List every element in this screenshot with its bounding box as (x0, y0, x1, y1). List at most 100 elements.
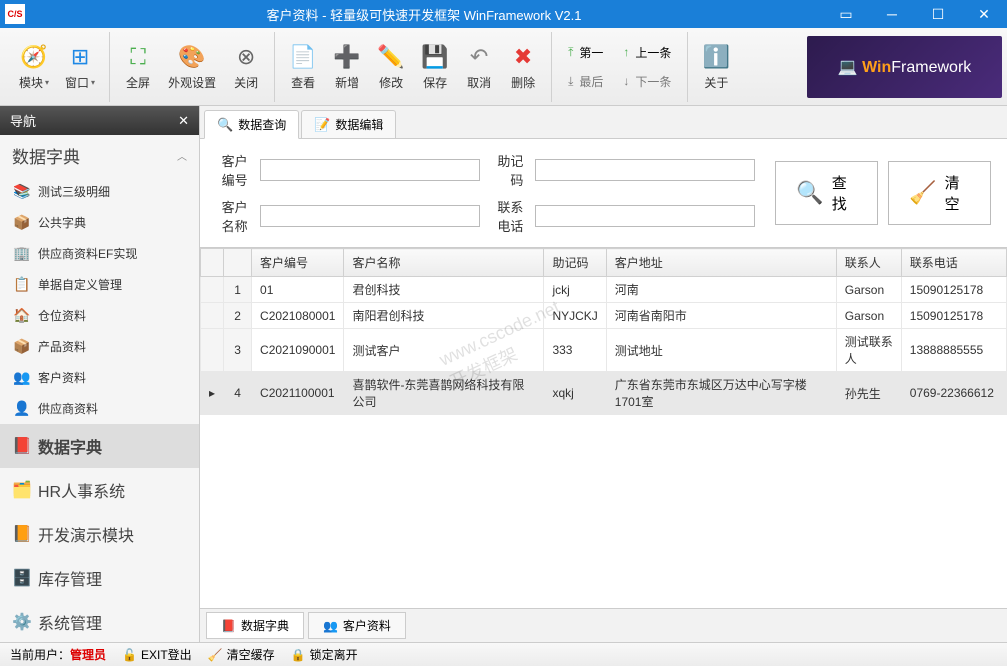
close-icon: ⊗ (232, 43, 260, 71)
search-doc-icon: 🔍 (217, 117, 233, 133)
minimize-button[interactable]: ─ (869, 0, 915, 28)
close-win-button[interactable]: ⊗ 关闭 (224, 39, 268, 95)
sidebar-item-label: 单据自定义管理 (38, 276, 122, 293)
col-address[interactable]: 客户地址 (606, 249, 836, 277)
close-nav-icon[interactable]: ✕ (178, 113, 189, 129)
edit-doc-icon: 📝 (314, 117, 330, 133)
clear-cache-button[interactable]: 🧹清空缓存 (208, 646, 275, 663)
nav-title: 导航 (10, 111, 36, 130)
delete-button[interactable]: ✖ 删除 (501, 39, 545, 95)
item-icon: 👤 (14, 401, 30, 417)
x-icon: ✖ (509, 43, 537, 71)
maximize-button[interactable]: ☐ (915, 0, 961, 28)
customer-name-label: 客户名称 (216, 197, 248, 235)
module-button[interactable]: 🧭 模块▾ (11, 39, 57, 95)
item-icon: 📚 (14, 184, 30, 200)
about-button[interactable]: ℹ️ 关于 (694, 39, 738, 95)
chevron-up-icon: ︿ (177, 148, 187, 163)
statusbar: 当前用户：管理员 🔓EXIT登出 🧹清空缓存 🔒锁定离开 (0, 642, 1007, 666)
table-row[interactable]: ▸4C2021100001喜鹊软件-东莞喜鹊网络科技有限公司xqkj广东省东莞市… (201, 372, 1007, 415)
fullscreen-button[interactable]: ⛶ 全屏 (116, 39, 160, 95)
logo: 💻 WinFramework (807, 36, 1002, 98)
save-button[interactable]: 💾 保存 (413, 39, 457, 95)
mnemonic-label: 助记码 (492, 151, 524, 189)
close-button[interactable]: ✕ (961, 0, 1007, 28)
first-record-button[interactable]: ⤒第一 (558, 40, 613, 65)
module-label: HR人事系统 (38, 478, 125, 502)
col-phone[interactable]: 联系电话 (901, 249, 1006, 277)
table-row[interactable]: 3C2021090001测试客户333测试地址测试联系人13888885555 (201, 329, 1007, 372)
sidebar-item-4[interactable]: 🏠仓位资料 (0, 300, 199, 331)
customer-name-input[interactable] (260, 205, 480, 227)
sidebar-item-3[interactable]: 📋单据自定义管理 (0, 269, 199, 300)
col-customer-no[interactable]: 客户编号 (252, 249, 344, 277)
bottom-tab-dict[interactable]: 📕 数据字典 (206, 612, 304, 639)
compass-icon: 🧭 (20, 43, 48, 71)
col-mnemonic[interactable]: 助记码 (544, 249, 606, 277)
lock-button[interactable]: 🔒锁定离开 (291, 646, 358, 663)
sidebar-item-label: 仓位资料 (38, 307, 86, 324)
app-icon: C/S (5, 4, 25, 24)
current-user-label: 当前用户：管理员 (10, 646, 106, 663)
sidebar-module-3[interactable]: 🗄️ 库存管理 (0, 556, 199, 600)
last-record-button[interactable]: ⤓最后 (558, 69, 613, 94)
sidebar-item-7[interactable]: 👤 供应商资料 (0, 393, 199, 424)
edit-button[interactable]: ✏️ 修改 (369, 39, 413, 95)
broom-icon: 🧹 (208, 648, 223, 662)
add-button[interactable]: ➕ 新增 (325, 39, 369, 95)
arrow-last-icon: ⤓ (568, 74, 573, 89)
sidebar-module-4[interactable]: ⚙️系统管理 (0, 600, 199, 642)
view-button[interactable]: 📄 查看 (281, 39, 325, 95)
arrow-up-icon: ↑ (623, 45, 629, 59)
module-icon: 🗄️ (14, 570, 30, 586)
window-title: 客户资料 - 轻量级可快速开发框架 WinFramework V2.1 (25, 5, 823, 24)
chevron-down-icon: ▾ (91, 78, 95, 87)
table-row[interactable]: 2C2021080001南阳君创科技NYJCKJ河南省南阳市Garson1509… (201, 303, 1007, 329)
exit-button[interactable]: 🔓EXIT登出 (122, 646, 192, 663)
item-icon: 🏢 (14, 246, 30, 262)
table-row[interactable]: 101君创科技jckj河南Garson15090125178 (201, 277, 1007, 303)
sidebar-item-label: 公共字典 (38, 214, 86, 231)
page-gear-icon: 📄 (289, 43, 317, 71)
sidebar-section-dict[interactable]: 数据字典 ︿ (0, 135, 199, 176)
mnemonic-input[interactable] (535, 159, 755, 181)
sidebar-module-1[interactable]: 🗂️HR人事系统 (0, 468, 199, 512)
data-grid[interactable]: 客户编号 客户名称 助记码 客户地址 联系人 联系电话 101君创科技jckj河… (200, 247, 1007, 608)
customer-no-input[interactable] (260, 159, 480, 181)
sidebar-item-label: 测试三级明细 (38, 183, 110, 200)
sidebar-item-5[interactable]: 📦产品资料 (0, 331, 199, 362)
col-contact[interactable]: 联系人 (836, 249, 901, 277)
sidebar-item-label: 供应商资料 (38, 400, 98, 417)
plus-icon: ➕ (333, 43, 361, 71)
sidebar-item-0[interactable]: 📚 测试三级明细 (0, 176, 199, 207)
sidebar-item-label: 供应商资料EF实现 (38, 245, 137, 262)
pencil-icon: ✏️ (377, 43, 405, 71)
module-label: 库存管理 (38, 566, 102, 590)
floppy-icon: 💾 (421, 43, 449, 71)
sidebar-item-6[interactable]: 👥客户资料 (0, 362, 199, 393)
item-icon: 📦 (14, 215, 30, 231)
bottom-tab-customer[interactable]: 👥 客户资料 (308, 612, 406, 639)
col-customer-name[interactable]: 客户名称 (344, 249, 544, 277)
next-record-button[interactable]: ↓下一条 (613, 69, 681, 94)
prev-record-button[interactable]: ↑上一条 (613, 40, 681, 65)
skin-button[interactable]: 🎨 外观设置 (160, 39, 224, 95)
window-button[interactable]: ⊞ 窗口▾ (57, 39, 103, 95)
phone-input[interactable] (535, 205, 755, 227)
sidebar-module-2[interactable]: 📙开发演示模块 (0, 512, 199, 556)
sidebar-item-label: 产品资料 (38, 338, 86, 355)
find-button[interactable]: 🔍 查找 (775, 161, 878, 225)
sidebar-item-1[interactable]: 📦 公共字典 (0, 207, 199, 238)
cancel-button[interactable]: ↶ 取消 (457, 39, 501, 95)
magnify-icon: 🔍 (796, 180, 823, 206)
sidebar-item-2[interactable]: 🏢 供应商资料EF实现 (0, 238, 199, 269)
arrow-down-icon: ↓ (623, 74, 629, 88)
window-icon: ⊞ (66, 43, 94, 71)
tab-data-edit[interactable]: 📝 数据编辑 (301, 110, 396, 138)
aux-button[interactable]: ▭ (823, 0, 869, 28)
arrow-first-icon: ⤒ (568, 45, 573, 60)
tab-data-query[interactable]: 🔍 数据查询 (204, 110, 299, 139)
sidebar-module-0[interactable]: 📕数据字典 (0, 424, 199, 468)
clear-button[interactable]: 🧹 清空 (888, 161, 991, 225)
content-area: 🔍 数据查询 📝 数据编辑 客户编号 助记码 客户名称 联系电话 🔍 (200, 106, 1007, 642)
